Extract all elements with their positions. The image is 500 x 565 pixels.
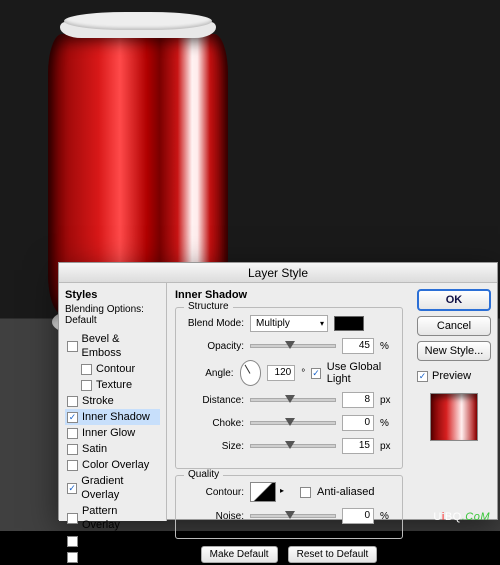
contour-label: Contour: — [184, 487, 244, 498]
noise-label: Noise: — [184, 511, 244, 522]
distance-label: Distance: — [184, 395, 244, 406]
preview-swatch — [430, 393, 478, 441]
style-label: Pattern Overlay — [82, 504, 158, 532]
style-row-inner-glow[interactable]: Inner Glow — [65, 425, 160, 441]
global-light-label: Use Global Light — [327, 361, 394, 385]
style-checkbox[interactable] — [67, 444, 78, 455]
distance-slider[interactable] — [250, 398, 336, 402]
choke-unit: % — [380, 418, 389, 429]
cancel-button[interactable]: Cancel — [417, 316, 491, 336]
antialias-label: Anti-aliased — [317, 486, 374, 498]
style-checkbox[interactable] — [67, 460, 78, 471]
styles-header[interactable]: Styles — [65, 289, 160, 301]
structure-group: Structure Blend Mode: Multiply Opacity: … — [175, 307, 403, 469]
style-row-contour[interactable]: Contour — [65, 361, 160, 377]
size-slider[interactable] — [250, 444, 336, 448]
style-checkbox[interactable] — [81, 364, 92, 375]
panel-title: Inner Shadow — [175, 289, 403, 301]
size-label: Size: — [184, 441, 244, 452]
effect-settings-panel: Inner Shadow Structure Blend Mode: Multi… — [167, 283, 411, 521]
choke-slider[interactable] — [250, 421, 336, 425]
structure-legend: Structure — [184, 301, 233, 312]
reset-default-button[interactable]: Reset to Default — [288, 546, 378, 563]
antialias-checkbox[interactable] — [300, 487, 311, 498]
style-label: Gradient Overlay — [81, 474, 158, 502]
style-row-bevel-emboss[interactable]: Bevel & Emboss — [65, 331, 160, 361]
style-checkbox[interactable] — [81, 380, 92, 391]
style-checkbox[interactable] — [67, 552, 78, 563]
angle-label: Angle: — [184, 368, 234, 379]
style-checkbox[interactable]: ✓ — [67, 483, 77, 494]
blend-mode-label: Blend Mode: — [184, 318, 244, 329]
quality-legend: Quality — [184, 469, 223, 480]
distance-unit: px — [380, 395, 391, 406]
size-input[interactable]: 15 — [342, 438, 374, 454]
style-label: Inner Shadow — [82, 410, 150, 424]
style-row-outer-glow[interactable]: Outer Glow — [65, 533, 160, 549]
style-label: Color Overlay — [82, 458, 149, 472]
size-unit: px — [380, 441, 391, 452]
choke-label: Choke: — [184, 418, 244, 429]
style-checkbox[interactable] — [67, 341, 78, 352]
style-checkbox[interactable] — [67, 513, 78, 524]
style-row-inner-shadow[interactable]: ✓ Inner Shadow — [65, 409, 160, 425]
style-checkbox[interactable]: ✓ — [67, 412, 78, 423]
choke-input[interactable]: 0 — [342, 415, 374, 431]
shadow-color-swatch[interactable] — [334, 316, 364, 331]
new-style-button[interactable]: New Style... — [417, 341, 491, 361]
style-label: Drop Shadow — [82, 550, 149, 564]
style-row-texture[interactable]: Texture — [65, 377, 160, 393]
opacity-unit: % — [380, 341, 389, 352]
angle-input[interactable]: 120 — [267, 365, 295, 381]
preview-label: Preview — [432, 370, 471, 382]
dialog-title: Layer Style — [59, 263, 497, 283]
style-label: Stroke — [82, 394, 114, 408]
can-lid — [64, 12, 212, 30]
styles-list: Styles Blending Options: Default Bevel &… — [59, 283, 167, 521]
distance-input[interactable]: 8 — [342, 392, 374, 408]
contour-picker[interactable] — [250, 482, 276, 502]
style-row-pattern-overlay[interactable]: Pattern Overlay — [65, 503, 160, 533]
dialog-buttons: OK Cancel New Style... ✓ Preview — [411, 283, 497, 521]
style-row-gradient-overlay[interactable]: ✓ Gradient Overlay — [65, 473, 160, 503]
style-checkbox[interactable] — [67, 396, 78, 407]
style-label: Bevel & Emboss — [82, 332, 158, 360]
preview-checkbox[interactable]: ✓ — [417, 371, 428, 382]
blend-mode-select[interactable]: Multiply — [250, 315, 328, 332]
layer-style-dialog: Layer Style Styles Blending Options: Def… — [58, 262, 498, 520]
make-default-button[interactable]: Make Default — [201, 546, 278, 563]
angle-dial[interactable] — [240, 360, 262, 386]
style-label: Inner Glow — [82, 426, 135, 440]
style-label: Contour — [96, 362, 135, 376]
noise-input[interactable]: 0 — [342, 508, 374, 524]
style-label: Outer Glow — [82, 534, 138, 548]
ok-button[interactable]: OK — [417, 289, 491, 311]
opacity-slider[interactable] — [250, 344, 336, 348]
angle-unit: ° — [301, 368, 305, 379]
blending-options-row[interactable]: Blending Options: Default — [65, 304, 160, 326]
style-label: Texture — [96, 378, 132, 392]
global-light-checkbox[interactable]: ✓ — [311, 368, 321, 379]
style-label: Satin — [82, 442, 107, 456]
style-row-drop-shadow[interactable]: Drop Shadow — [65, 549, 160, 565]
noise-slider[interactable] — [250, 514, 336, 518]
opacity-label: Opacity: — [184, 341, 244, 352]
style-checkbox[interactable] — [67, 536, 78, 547]
style-row-stroke[interactable]: Stroke — [65, 393, 160, 409]
noise-unit: % — [380, 511, 389, 522]
style-row-color-overlay[interactable]: Color Overlay — [65, 457, 160, 473]
style-row-satin[interactable]: Satin — [65, 441, 160, 457]
style-checkbox[interactable] — [67, 428, 78, 439]
opacity-input[interactable]: 45 — [342, 338, 374, 354]
quality-group: Quality Contour: Anti-aliased Noise: 0 % — [175, 475, 403, 539]
